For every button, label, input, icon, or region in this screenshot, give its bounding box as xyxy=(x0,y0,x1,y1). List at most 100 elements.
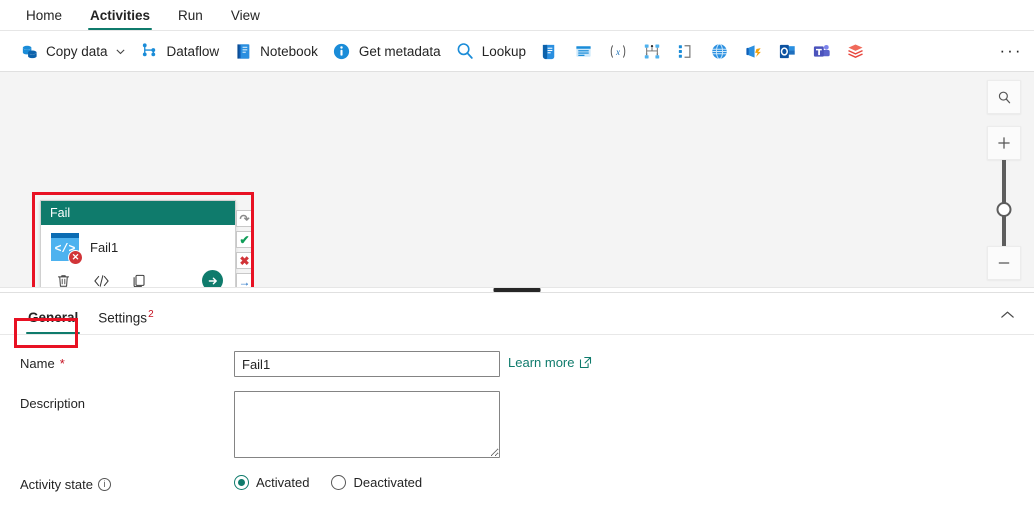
properties-pane: General Settings2 Name * Learn more xyxy=(0,293,1034,492)
general-form: Name * Learn more Description Activity s xyxy=(0,335,1034,492)
notebook-icon xyxy=(233,41,253,61)
properties-tab-bar: General Settings2 xyxy=(0,293,1034,335)
script-icon xyxy=(540,41,560,61)
name-required-asterisk: * xyxy=(59,356,65,371)
handle-on-skip[interactable]: ↷ xyxy=(236,210,253,227)
activity-state-label-text: Activity state xyxy=(20,477,93,492)
toolbar-lookup-button[interactable]: Lookup xyxy=(448,36,533,66)
form-row-activity-state: Activity state i Activated Deactivated xyxy=(0,472,1034,492)
handle-on-completion[interactable]: → xyxy=(236,273,253,287)
error-badge-icon: ✕ xyxy=(68,250,83,265)
tab-general-label: General xyxy=(28,310,79,325)
activity-node-fail1[interactable]: Fail </> ✕ Fail1 xyxy=(40,200,236,287)
handle-on-skip-glyph: ↷ xyxy=(239,211,250,226)
dataflow-icon xyxy=(140,41,160,61)
toolbar-overflow-button[interactable]: ··· xyxy=(996,36,1026,66)
radio-deactivated[interactable]: Deactivated xyxy=(331,475,422,490)
ribbon-tab-activities[interactable]: Activities xyxy=(76,0,164,30)
radio-activated-mark xyxy=(234,475,249,490)
switch-icon xyxy=(642,41,662,61)
toolbar-teams-button[interactable] xyxy=(805,36,839,66)
lookup-icon xyxy=(455,41,475,61)
toolbar-overflow-label: ··· xyxy=(999,41,1023,60)
tab-settings[interactable]: Settings2 xyxy=(88,309,163,335)
canvas-zoom-controls xyxy=(987,80,1021,280)
toolbar-lookup-label: Lookup xyxy=(481,43,526,59)
toolbar-stored-procedure-button[interactable] xyxy=(567,36,601,66)
ribbon-tab-run[interactable]: Run xyxy=(164,0,217,30)
toolbar-webhook-button[interactable] xyxy=(737,36,771,66)
info-icon[interactable]: i xyxy=(97,478,111,491)
toolbar-databricks-button[interactable] xyxy=(839,36,873,66)
toolbar-copy-data-button[interactable]: Copy data xyxy=(12,36,133,66)
external-link-icon xyxy=(580,356,592,369)
ribbon-tab-view-label: View xyxy=(230,7,260,23)
activity-state-label: Activity state i xyxy=(20,472,234,492)
zoom-in-button[interactable] xyxy=(987,126,1021,160)
zoom-out-button[interactable] xyxy=(987,246,1021,280)
handle-on-success[interactable]: ✔ xyxy=(236,231,253,248)
description-field-label: Description xyxy=(20,391,234,411)
get-metadata-icon xyxy=(332,41,352,61)
pane-splitter-grip[interactable] xyxy=(493,288,541,292)
name-input[interactable] xyxy=(234,351,500,377)
clone-activity-button[interactable] xyxy=(129,271,149,288)
view-code-button[interactable] xyxy=(91,271,111,288)
set-variable-icon: x xyxy=(608,41,628,61)
activity-node-body: </> ✕ Fail1 xyxy=(41,225,235,287)
activity-state-radio-group: Activated Deactivated xyxy=(234,472,422,490)
tab-settings-label: Settings xyxy=(98,310,148,325)
toolbar-script-button[interactable] xyxy=(533,36,567,66)
toolbar-dataflow-button[interactable]: Dataflow xyxy=(133,36,227,66)
activity-node-name: Fail1 xyxy=(90,239,119,255)
handle-on-failure-glyph: ✖ xyxy=(239,253,250,268)
tab-general[interactable]: General xyxy=(18,310,88,334)
toolbar-get-metadata-label: Get metadata xyxy=(358,43,441,59)
delete-activity-button[interactable] xyxy=(53,271,73,288)
toolbar-web-button[interactable] xyxy=(703,36,737,66)
handle-on-failure[interactable]: ✖ xyxy=(236,252,253,269)
ribbon-tab-bar: Home Activities Run View xyxy=(0,0,1034,31)
activity-output-handles: ↷ ✔ ✖ → xyxy=(236,210,253,287)
pipeline-canvas[interactable]: Fail </> ✕ Fail1 ↷ ✔ ✖ → xyxy=(0,72,1034,287)
radio-deactivated-mark xyxy=(331,475,347,490)
run-activity-button[interactable] xyxy=(202,270,223,287)
ribbon-tab-view[interactable]: View xyxy=(217,0,274,30)
databricks-icon xyxy=(846,41,866,61)
toolbar-get-metadata-button[interactable]: Get metadata xyxy=(325,36,448,66)
toolbar-set-variable-button[interactable]: x xyxy=(601,36,635,66)
zoom-to-fit-button[interactable] xyxy=(987,80,1021,114)
radio-activated[interactable]: Activated xyxy=(234,475,309,490)
web-icon xyxy=(710,41,730,61)
tab-settings-badge: 2 xyxy=(148,308,154,320)
description-textarea[interactable] xyxy=(234,391,500,458)
zoom-slider-handle[interactable] xyxy=(996,202,1012,217)
stored-procedure-icon xyxy=(574,41,594,61)
handle-on-success-glyph: ✔ xyxy=(239,232,250,247)
name-field-label: Name * xyxy=(20,351,234,371)
activity-node-actions xyxy=(51,261,225,287)
toolbar-dataflow-label: Dataflow xyxy=(166,43,220,59)
learn-more-link[interactable]: Learn more xyxy=(508,351,592,370)
form-row-name: Name * Learn more xyxy=(0,351,1034,377)
radio-deactivated-label: Deactivated xyxy=(353,475,423,490)
webhook-icon xyxy=(744,41,764,61)
activity-node-main: </> ✕ Fail1 xyxy=(51,233,225,265)
toolbar-switch-button[interactable] xyxy=(635,36,669,66)
zoom-slider[interactable] xyxy=(987,160,1021,246)
activity-node-header-label: Fail xyxy=(50,206,71,220)
ribbon-tab-home-label: Home xyxy=(26,7,63,23)
teams-icon xyxy=(812,41,832,61)
if-condition-icon xyxy=(676,41,696,61)
toolbar-notebook-button[interactable]: Notebook xyxy=(226,36,325,66)
description-label-text: Description xyxy=(20,396,86,411)
toolbar-outlook-button[interactable] xyxy=(771,36,805,66)
activities-toolbar: Copy data Dataflow Notebook Get metadata… xyxy=(0,31,1034,72)
ribbon-tab-home[interactable]: Home xyxy=(12,0,76,30)
toolbar-if-condition-button[interactable] xyxy=(669,36,703,66)
collapse-pane-button[interactable] xyxy=(996,304,1018,326)
outlook-icon xyxy=(778,41,798,61)
name-label-text: Name xyxy=(20,356,55,371)
form-row-description: Description xyxy=(0,391,1034,458)
handle-on-completion-glyph: → xyxy=(238,274,251,288)
